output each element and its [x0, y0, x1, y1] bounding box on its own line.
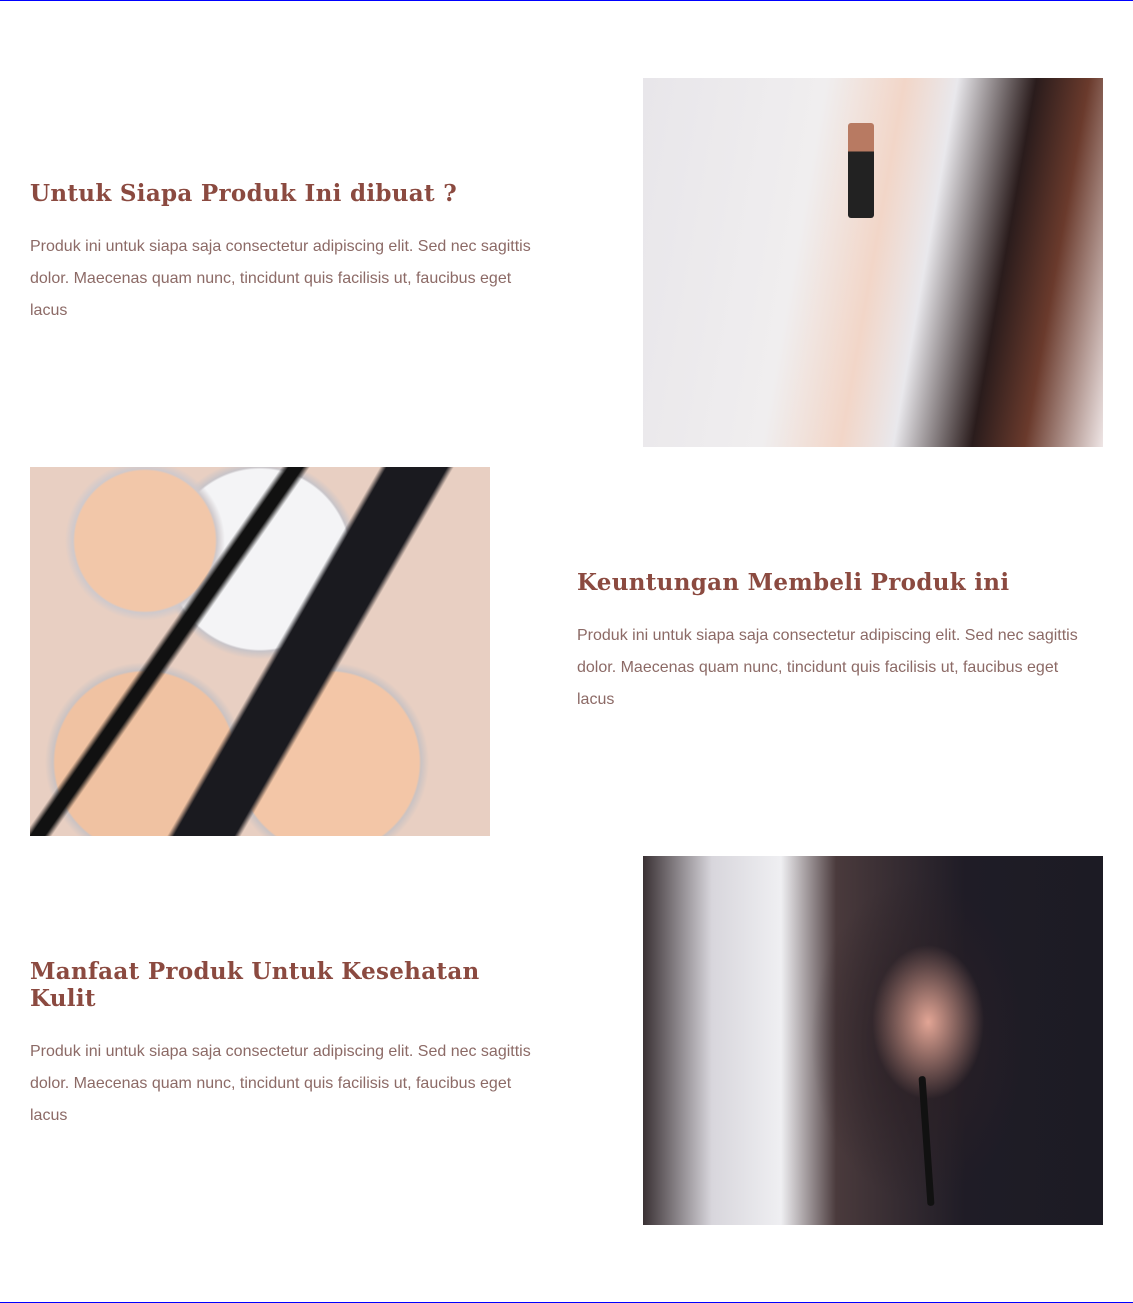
section-body: Produk ini untuk siapa saja consectetur … — [577, 627, 1078, 708]
section-who-for: Untuk Siapa Produk Ini dibuat ? Produk i… — [30, 180, 550, 327]
brush-icon — [918, 1075, 935, 1207]
section-skin-health: Manfaat Produk Untuk Kesehatan Kulit Pro… — [30, 958, 550, 1132]
powder-brushes-image — [30, 467, 490, 836]
woman-makeup-image — [643, 856, 1103, 1225]
section-body: Produk ini untuk siapa saja consectetur … — [30, 238, 531, 319]
section-benefits: Keuntungan Membeli Produk ini Produk ini… — [577, 569, 1097, 716]
top-border — [0, 0, 1133, 1]
lipstick-image — [643, 78, 1103, 447]
section-body: Produk ini untuk siapa saja consectetur … — [30, 1043, 531, 1124]
section-title: Manfaat Produk Untuk Kesehatan Kulit — [30, 958, 480, 1012]
section-title: Keuntungan Membeli Produk ini — [577, 569, 1010, 596]
section-title: Untuk Siapa Produk Ini dibuat ? — [30, 180, 457, 207]
lipstick-icon — [848, 123, 874, 218]
